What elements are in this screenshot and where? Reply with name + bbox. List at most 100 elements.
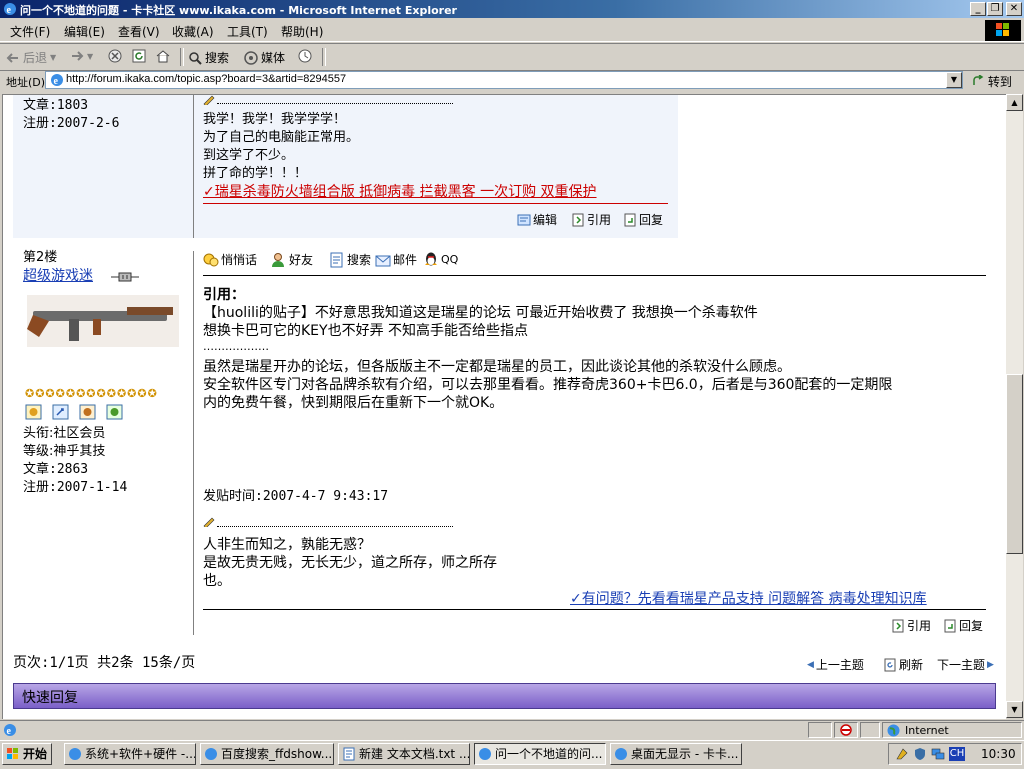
support-link[interactable]: ✓有问题？先看看瑞星产品支持 问题解答 病毒处理知识库 [570, 590, 927, 608]
task-button[interactable]: 系统+软件+硬件 -... [64, 743, 196, 765]
maximize-button[interactable]: ❐ [987, 2, 1003, 16]
address-url[interactable]: http://forum.ikaka.com/topic.asp?board=3… [66, 73, 346, 85]
post-1-signature-line: 拼了命的学！！！ [203, 166, 308, 181]
history-button[interactable] [298, 49, 312, 63]
post-2-signature-line: 人非生而知之，孰能无惑？ [203, 537, 371, 553]
avatar [27, 295, 179, 347]
menu-file[interactable]: 文件(F) [10, 23, 50, 40]
ie-icon [615, 748, 627, 760]
email-button[interactable]: 邮件 [375, 251, 417, 268]
shield-icon[interactable] [913, 747, 927, 761]
menu-tools[interactable]: 工具(T) [227, 23, 268, 40]
windows-flag-icon [7, 748, 18, 759]
stop-button[interactable] [108, 49, 122, 63]
post-1-edit-button[interactable]: 编辑 [517, 211, 557, 228]
ie-icon: e [4, 3, 16, 16]
minimize-button[interactable]: _ [970, 2, 986, 16]
user-search-button[interactable]: 搜索 [329, 251, 371, 268]
scroll-up-button[interactable]: ▲ [1006, 94, 1023, 111]
privacy-panel [834, 722, 858, 738]
notepad-icon [343, 747, 355, 761]
email-icon [375, 255, 391, 266]
post-2-username-link[interactable]: 超级游戏迷 [23, 267, 93, 285]
page-status-icon: e [4, 724, 16, 737]
search-button[interactable]: 搜索 [188, 49, 229, 66]
clock: 10:30 [981, 747, 1016, 761]
go-button[interactable]: 转到 [972, 73, 1012, 90]
post-2-rank-title: 头衔:社区会员 [23, 426, 106, 441]
ie-icon [479, 748, 491, 760]
add-friend-button[interactable]: 好友 [271, 251, 313, 268]
menu-view[interactable]: 查看(V) [118, 23, 160, 40]
media-button[interactable]: 媒体 [244, 49, 285, 66]
task-button[interactable]: 百度搜索_ffdshow.... [200, 743, 334, 765]
post-2-quote-button[interactable]: 引用 [891, 617, 931, 634]
svg-text:e: e [7, 5, 12, 16]
refresh-button[interactable] [132, 49, 146, 63]
home-button[interactable] [156, 49, 170, 63]
reply-icon [624, 213, 636, 226]
online-status-icon [111, 272, 139, 282]
rising-ad-link[interactable]: ✓瑞星杀毒防火墙组合版 抵御病毒 拦截黑客 一次订购 双重保护 [203, 183, 597, 201]
start-button[interactable]: 开始 [2, 743, 52, 765]
windows-logo-icon [985, 20, 1021, 41]
address-dropdown-button[interactable]: ▼ [946, 72, 962, 88]
language-indicator[interactable]: CH [949, 747, 965, 761]
network-icon[interactable] [931, 747, 945, 761]
task-button[interactable]: 桌面无显示 - 卡卡... [610, 743, 742, 765]
post-2-registered: 注册:2007-1-14 [23, 480, 128, 495]
tray-app-icon[interactable] [895, 747, 909, 761]
back-button[interactable]: 后退 ▼ [6, 49, 56, 66]
scroll-down-button[interactable]: ▼ [1006, 701, 1023, 718]
next-topic-link[interactable]: 下一主题 ▶ [937, 656, 994, 673]
toolbar: 后退 ▼ ▼ 搜索 媒体 [0, 43, 1024, 71]
whisper-icon [203, 253, 219, 266]
forward-button[interactable]: ▼ [70, 49, 93, 63]
forward-arrow-icon [72, 51, 84, 61]
pencil-icon [203, 517, 215, 527]
edit-icon [517, 214, 531, 225]
reply-icon [944, 619, 956, 632]
globe-icon [887, 724, 900, 737]
qq-penguin-icon [425, 252, 437, 266]
stop-icon [108, 49, 122, 63]
quote-icon [892, 619, 904, 632]
post-2-time: 发贴时间:2007-4-7 9:43:17 [203, 489, 389, 504]
rank-stars: ✪✪✪✪✪✪✪✪✪✪✪✪✪ [25, 387, 158, 400]
task-button-active[interactable]: 问一个不地道的问... [474, 743, 606, 765]
system-tray: CH 10:30 [888, 743, 1022, 765]
refresh-icon [132, 49, 146, 63]
media-icon [244, 50, 258, 65]
status-panel [860, 722, 880, 738]
scroll-thumb[interactable] [1006, 374, 1023, 554]
task-button[interactable]: 新建 文本文档.txt ... [338, 743, 470, 765]
qq-button[interactable]: QQ [423, 251, 458, 267]
right-arrow-icon: ▶ [987, 659, 994, 670]
menu-bar: 文件(F) 编辑(E) 查看(V) 收藏(A) 工具(T) 帮助(H) [0, 19, 1024, 42]
menu-favorites[interactable]: 收藏(A) [172, 23, 214, 40]
post-1-registered: 注册:2007-2-6 [23, 116, 120, 131]
refresh-link[interactable]: 刷新 [883, 656, 923, 673]
post-2-body-line: 内的免费午餐，快到期限后在重新下一个就OK。 [203, 395, 504, 411]
pagination-info: 页次:1/1页 共2条 15条/页 [13, 655, 196, 671]
title-bar[interactable]: e 问一个不地道的问题 - 卡卡社区 www.ikaka.com - Micro… [0, 0, 1024, 18]
menu-edit[interactable]: 编辑(E) [64, 23, 105, 40]
post-2-level: 等级:神乎其技 [23, 444, 106, 459]
post-2-articles: 文章:2863 [23, 462, 89, 477]
privacy-blocked-icon [840, 724, 852, 736]
post-1-quote-button[interactable]: 引用 [571, 211, 611, 228]
prev-topic-link[interactable]: ◀ 上一主题 [807, 656, 864, 673]
svg-text:e: e [7, 726, 12, 737]
menu-help[interactable]: 帮助(H) [281, 23, 323, 40]
page-content: 文章:1803 注册:2007-2-6 我学！我学！我学学学！ 为了自己的电脑能… [2, 94, 1006, 719]
window-title: 问一个不地道的问题 - 卡卡社区 www.ikaka.com - Microso… [20, 4, 457, 17]
go-arrow-icon [973, 74, 984, 85]
ie-icon [69, 748, 81, 760]
vertical-scrollbar[interactable]: ▲ ▼ [1006, 94, 1023, 718]
whisper-button[interactable]: 悄悄话 [203, 251, 257, 268]
post-2-reply-button[interactable]: 回复 [943, 617, 983, 634]
close-button[interactable]: ✕ [1006, 2, 1022, 16]
post-1-reply-button[interactable]: 回复 [623, 211, 663, 228]
home-icon [156, 50, 170, 63]
quick-reply-header[interactable]: 快速回复 [13, 683, 996, 709]
